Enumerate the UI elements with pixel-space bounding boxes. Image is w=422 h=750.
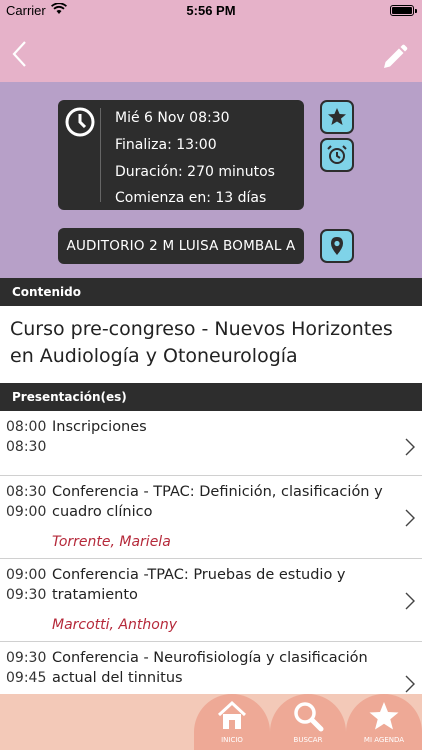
alarm-clock-icon (327, 145, 347, 164)
status-bar: Carrier 5:56 PM (0, 0, 422, 22)
presentation-times: 09:30 09:45 (6, 648, 46, 688)
search-icon (294, 702, 324, 732)
session-title-line: Curso pre-congreso - Nuevos Horizontes (10, 318, 393, 340)
tab-label: INICIO (221, 736, 243, 744)
presentation-row[interactable]: 08:30 09:00 Conferencia - TPAC: Definici… (0, 476, 422, 559)
presentation-title-line: actual del tinnitus (52, 670, 183, 686)
chevron-right-icon (405, 509, 415, 527)
presentation-end: 09:00 (6, 504, 47, 520)
tab-label: BUSCAR (293, 736, 323, 744)
event-starts-in: Comienza en: 13 días (115, 190, 267, 206)
clock-icon (65, 107, 95, 137)
presentation-speaker: Marcotti, Anthony (52, 617, 177, 633)
home-icon (217, 700, 247, 729)
presentation-times: 08:30 09:00 (6, 482, 46, 522)
nav-bar (0, 22, 422, 82)
event-duration: Duración: 270 minutos (115, 164, 275, 180)
location-button[interactable] (320, 229, 354, 263)
content-section-header: Contenido (0, 278, 422, 306)
presentation-row[interactable]: 08:00 08:30 Inscripciones (0, 411, 422, 476)
presentation-title-line: Conferencia - TPAC: Definición, clasific… (52, 484, 383, 500)
event-end: Finaliza: 13:00 (115, 137, 217, 153)
back-chevron-icon[interactable] (10, 40, 30, 68)
presentation-title: Conferencia -TPAC: Pruebas de estudio y … (52, 565, 392, 605)
event-time-card: Mié 6 Nov 08:30 Finaliza: 13:00 Duración… (58, 100, 304, 210)
reminder-button[interactable] (320, 138, 354, 172)
presentation-row[interactable]: 09:00 09:30 Conferencia -TPAC: Pruebas d… (0, 559, 422, 642)
card-divider (100, 108, 101, 202)
presentation-start: 09:30 (6, 650, 47, 666)
tab-buscar[interactable]: BUSCAR (270, 694, 346, 750)
presentation-speaker: Torrente, Mariela (52, 534, 171, 550)
star-icon (369, 702, 399, 730)
tab-label: MI AGENDA (363, 736, 405, 744)
chevron-right-icon (405, 438, 415, 456)
presentation-start: 08:00 (6, 419, 47, 435)
edit-pencil-icon[interactable] (380, 44, 408, 72)
presentation-title-line: Inscripciones (52, 419, 147, 435)
presentation-end: 08:30 (6, 439, 47, 455)
bottom-tab-bar: INICIO BUSCAR MI AGENDA (0, 694, 422, 750)
presentation-title-line: Conferencia - Neurofisiología y clasific… (52, 650, 368, 666)
presentations-section-header: Presentación(es) (0, 383, 422, 411)
presentation-times: 08:00 08:30 (6, 417, 46, 457)
presentation-times: 09:00 09:30 (6, 565, 46, 605)
presentation-title-line: cuadro clínico (52, 504, 153, 520)
map-pin-icon (331, 237, 343, 255)
session-title: Curso pre-congreso - Nuevos Horizontes e… (10, 316, 410, 370)
presentation-title: Inscripciones (52, 417, 392, 437)
tab-inicio[interactable]: INICIO (194, 694, 270, 750)
chevron-right-icon (405, 592, 415, 610)
presentation-start: 08:30 (6, 484, 47, 500)
presentation-title: Conferencia - Neurofisiología y clasific… (52, 648, 392, 688)
presentation-title: Conferencia - TPAC: Definición, clasific… (52, 482, 392, 522)
presentation-end: 09:30 (6, 587, 47, 603)
presentation-end: 09:45 (6, 670, 47, 686)
status-time: 5:56 PM (186, 3, 236, 18)
session-title-line: en Audiología y Otoneurología (10, 345, 298, 367)
room-label: AUDITORIO 2 M LUISA BOMBAL A (58, 228, 304, 264)
tab-mi-agenda[interactable]: MI AGENDA (346, 694, 422, 750)
presentation-title-line: Conferencia -TPAC: Pruebas de estudio y (52, 567, 346, 583)
presentation-row[interactable]: 09:30 09:45 Conferencia - Neurofisiologí… (0, 642, 422, 702)
battery-icon (390, 5, 417, 16)
presentation-start: 09:00 (6, 567, 47, 583)
favorite-button[interactable] (320, 100, 354, 134)
presentation-title-line: tratamiento (52, 587, 138, 603)
event-info-band: Mié 6 Nov 08:30 Finaliza: 13:00 Duración… (0, 82, 422, 278)
chevron-right-icon (405, 675, 415, 693)
event-start: Mié 6 Nov 08:30 (115, 110, 230, 126)
star-icon (328, 108, 346, 125)
